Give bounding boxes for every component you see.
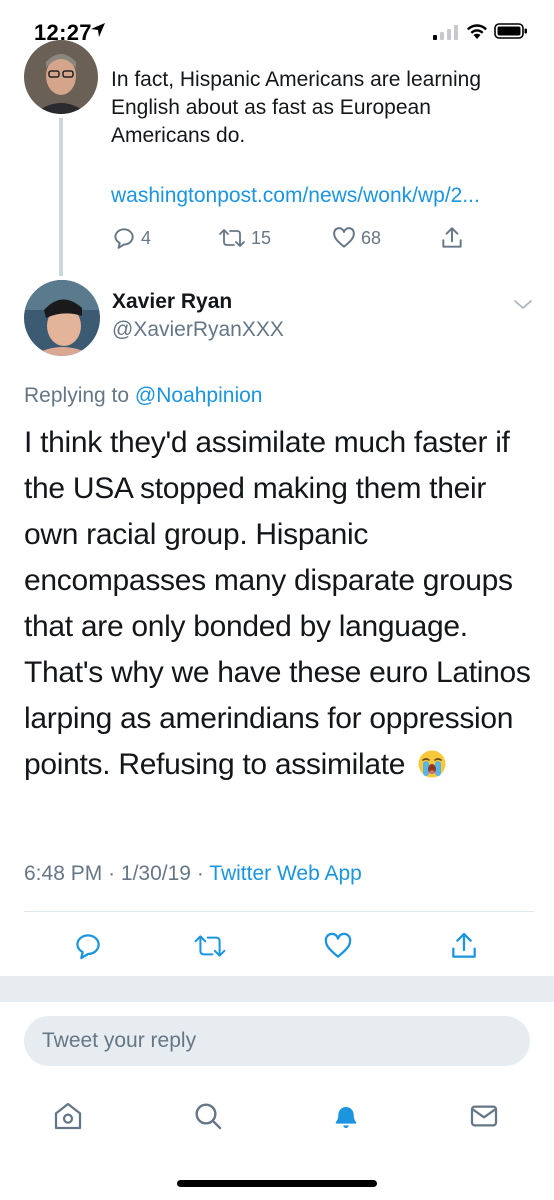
previous-like-button[interactable]: 68 <box>331 222 381 254</box>
author-avatar[interactable] <box>24 280 100 356</box>
retweet-count: 15 <box>251 227 272 248</box>
thread-line <box>59 118 63 276</box>
cellular-signal-icon <box>433 25 458 40</box>
share-icon <box>452 932 476 958</box>
tweet-date: 1/30/19 <box>120 862 191 885</box>
previous-tweet-text: In fact, Hispanic Americans are learning… <box>111 68 482 147</box>
heart-icon <box>324 932 352 958</box>
replying-to-label: Replying to <box>24 384 130 407</box>
reply-icon <box>76 934 100 960</box>
previous-retweet-button[interactable]: 15 <box>217 222 271 254</box>
tweet-meta: 6:48 PM · 1/30/19 · Twitter Web App <box>24 862 362 886</box>
share-icon <box>442 227 462 248</box>
location-arrow-icon <box>91 23 105 37</box>
previous-tweet-avatar[interactable] <box>24 40 98 114</box>
share-button[interactable] <box>446 928 482 964</box>
tab-home[interactable] <box>48 1096 88 1136</box>
replying-to-mention[interactable]: @Noahpinion <box>135 384 263 407</box>
tab-bar <box>0 1086 554 1146</box>
loudly-crying-face-emoji <box>418 750 446 778</box>
previous-tweet-actions: 4 15 68 <box>111 222 481 254</box>
like-button[interactable] <box>320 928 356 964</box>
divider <box>24 911 534 912</box>
retweet-icon <box>219 229 245 247</box>
retweet-button[interactable] <box>192 928 228 964</box>
search-icon <box>195 1103 222 1130</box>
home-indicator[interactable] <box>177 1180 377 1187</box>
tweet-actions <box>0 920 554 970</box>
messages-icon <box>470 1105 498 1127</box>
reply-count: 4 <box>141 227 152 248</box>
previous-share-button[interactable] <box>439 222 465 254</box>
previous-tweet-link[interactable]: washingtonpost.com/news/wonk/wp/2... <box>111 184 480 208</box>
section-separator <box>0 976 554 1002</box>
tab-messages[interactable] <box>464 1096 504 1136</box>
author-handle[interactable]: @XavierRyanXXX <box>112 318 284 342</box>
reply-icon <box>114 228 134 249</box>
tweet-source[interactable]: Twitter Web App <box>209 862 362 885</box>
reply-composer[interactable] <box>24 1016 530 1066</box>
reply-input[interactable] <box>42 1029 530 1053</box>
meta-separator: · <box>108 862 116 885</box>
retweet-icon <box>194 935 226 957</box>
tab-notifications[interactable] <box>326 1096 366 1136</box>
tweet-time: 6:48 PM <box>24 862 103 885</box>
previous-reply-button[interactable]: 4 <box>111 222 151 254</box>
wifi-icon <box>467 24 487 39</box>
battery-icon <box>494 23 527 39</box>
tweet-body: I think they'd assimilate much faster if… <box>24 420 534 788</box>
heart-icon <box>333 227 355 248</box>
like-count: 68 <box>361 227 382 248</box>
home-icon <box>54 1102 82 1130</box>
reply-button[interactable] <box>70 928 106 964</box>
author-name[interactable]: Xavier Ryan <box>112 290 232 314</box>
notifications-icon <box>335 1107 357 1128</box>
tab-search[interactable] <box>188 1096 228 1136</box>
replying-to-line: Replying to @Noahpinion <box>24 384 262 408</box>
meta-separator: · <box>196 862 204 885</box>
chevron-down-icon[interactable] <box>512 298 534 312</box>
tweet-text: I think they'd assimilate much faster if… <box>24 426 531 781</box>
